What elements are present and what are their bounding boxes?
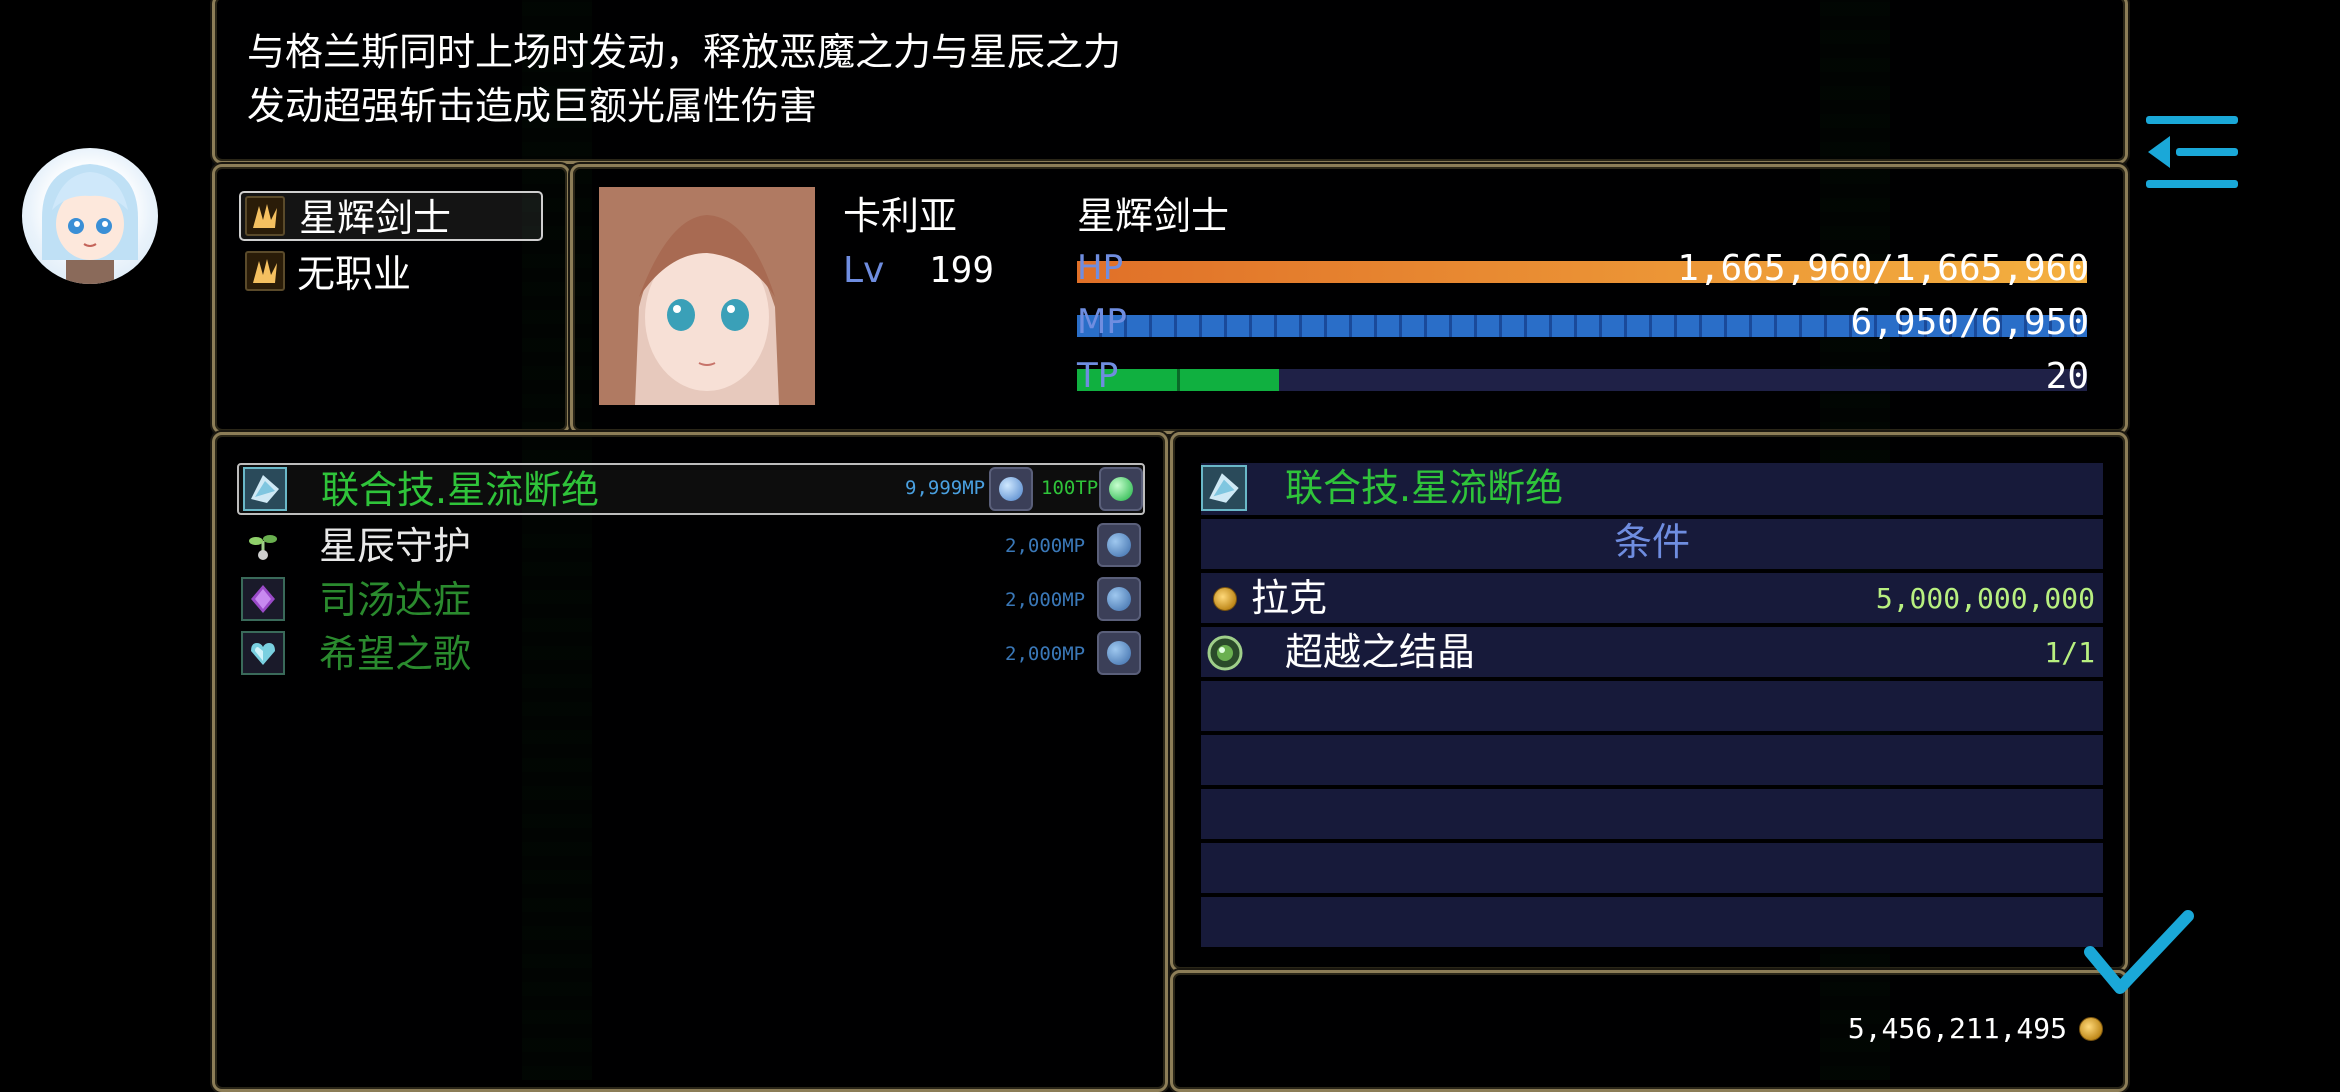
skill-name: 星辰守护 (319, 524, 472, 568)
skill-mp-cost: 9,999MP (905, 477, 986, 499)
sprout-icon (243, 525, 283, 565)
requirements-panel: 联合技.星流断绝 条件 拉克 5,000,000,000 超越之结晶 1/1 (1170, 432, 2128, 972)
skill-row[interactable]: 司汤达症 2,000MP (237, 573, 1145, 625)
skill-mp-cost: 2,000MP (1005, 643, 1086, 665)
class-label: 星辉剑士 (299, 196, 452, 240)
coin-icon (2079, 1017, 2103, 1041)
requirement-name: 超越之结晶 (1285, 630, 1476, 674)
skill-name: 联合技.星流断绝 (321, 468, 600, 512)
crystal-orb-icon (1205, 633, 1245, 673)
gold-panel: 5,456,211,495 (1170, 970, 2128, 1092)
mp-orb-icon (1097, 523, 1141, 567)
gold-amount: 5,456,211,495 (1847, 1012, 2067, 1045)
menu-back-icon[interactable] (2142, 112, 2242, 192)
character-name: 卡利亚 (843, 194, 958, 238)
tp-value: 20 (2045, 356, 2089, 397)
description-panel: 与格兰斯同时上场时发动，释放恶魔之力与星辰之力 发动超强斩击造成巨额光属性伤害 (212, 0, 2128, 164)
skill-name: 希望之歌 (319, 632, 472, 676)
character-status-panel: 卡利亚 Lv 199 星辉剑士 HP 1,665,960/1,665,960 M… (570, 164, 2128, 434)
class-label: 无职业 (297, 252, 412, 296)
level-value: 199 (929, 250, 995, 291)
mp-value: 6,950/6,950 (1850, 302, 2089, 343)
requirement-name: 拉克 (1251, 576, 1328, 620)
class-list-panel: 星辉剑士 无职业 (212, 164, 570, 434)
class-icon (245, 196, 285, 236)
requirement-value: 5,000,000,000 (1875, 582, 2095, 615)
hp-value: 1,665,960/1,665,960 (1677, 248, 2089, 289)
description-line-1: 与格兰斯同时上场时发动，释放恶魔之力与星辰之力 (247, 30, 1122, 74)
skill-name: 司汤达症 (319, 578, 472, 622)
mp-orb-icon (1097, 631, 1141, 675)
hp-label: HP (1077, 248, 1124, 288)
skill-row-selected[interactable]: 联合技.星流断绝 9,999MP 100TP (237, 463, 1145, 515)
coin-icon (1213, 587, 1237, 611)
checkmark-icon[interactable] (2084, 908, 2194, 998)
heart-gem-icon (241, 631, 285, 675)
tp-label: TP (1077, 356, 1119, 396)
crystal-icon (243, 467, 287, 511)
skill-tp-cost: 100TP (1041, 477, 1099, 499)
required-skill-name: 联合技.星流断绝 (1285, 466, 1564, 510)
mp-orb-icon (989, 467, 1033, 511)
class-item-selected[interactable]: 星辉剑士 (239, 191, 543, 241)
class-item[interactable]: 无职业 (239, 247, 543, 297)
character-portrait (599, 187, 815, 405)
skill-list-panel: 联合技.星流断绝 9,999MP 100TP 星辰守护 2,000MP 司汤达症… (212, 432, 1168, 1092)
requirements-header: 条件 (1613, 520, 1690, 564)
crystal-icon (1201, 465, 1247, 511)
skill-row[interactable]: 希望之歌 2,000MP (237, 627, 1145, 679)
skill-mp-cost: 2,000MP (1005, 589, 1086, 611)
skill-row[interactable]: 星辰守护 2,000MP (237, 519, 1145, 571)
mp-orb-icon (1097, 577, 1141, 621)
level-label: Lv (843, 250, 885, 291)
character-class: 星辉剑士 (1077, 194, 1230, 238)
tp-orb-icon (1099, 467, 1143, 511)
assistant-avatar[interactable] (22, 148, 158, 284)
tp-gauge (1077, 369, 2087, 391)
requirement-value: 1/1 (2044, 636, 2095, 669)
skill-mp-cost: 2,000MP (1005, 535, 1086, 557)
class-icon (245, 251, 285, 291)
diamond-icon (241, 577, 285, 621)
mp-label: MP (1077, 302, 1127, 342)
description-line-2: 发动超强斩击造成巨额光属性伤害 (247, 84, 818, 128)
